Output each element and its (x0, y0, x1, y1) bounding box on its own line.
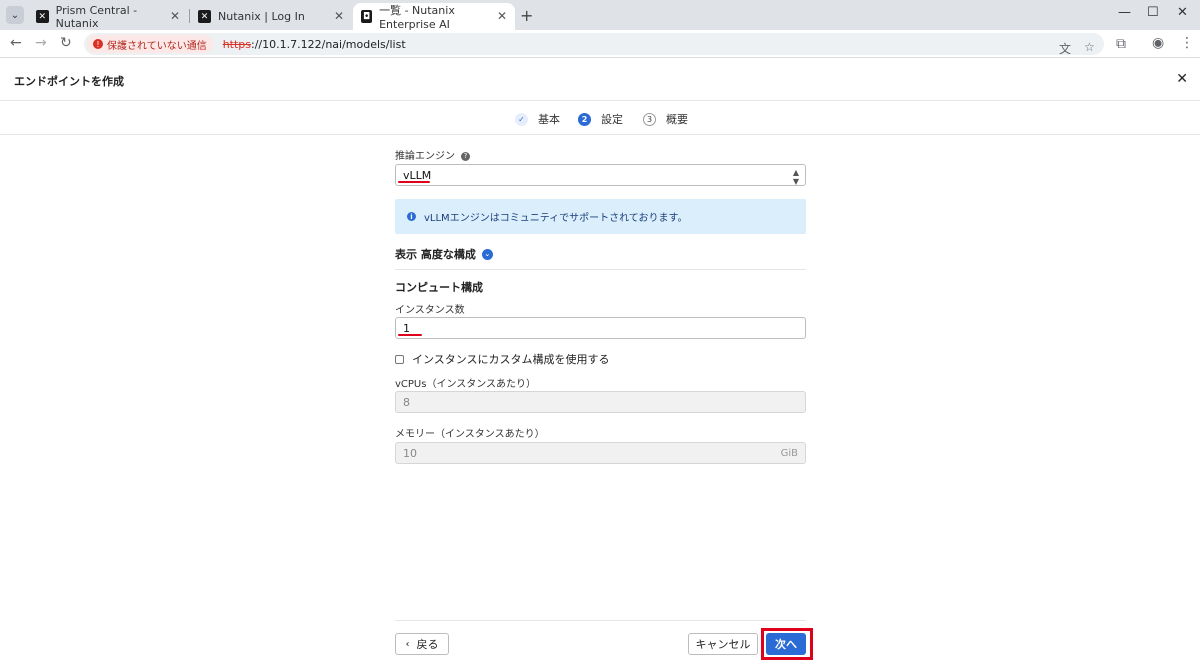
vcpus-input: 8 (395, 391, 806, 413)
back-button[interactable]: ‹ 戻る (395, 633, 449, 655)
minimize-icon[interactable]: — (1118, 5, 1131, 20)
close-icon[interactable]: ✕ (1176, 71, 1188, 87)
close-window-icon[interactable]: ✕ (1177, 5, 1188, 20)
wizard-stepper: ✓ 基本 2 設定 3 概要 (0, 101, 1200, 135)
forward-arrow-icon[interactable]: → (35, 35, 47, 51)
nutanix-x-icon: ✕ (198, 10, 211, 23)
footer-divider (395, 620, 806, 621)
bookmark-star-icon[interactable]: ☆ (1084, 40, 1095, 54)
custom-config-checkbox[interactable]: インスタンスにカスタム構成を使用する (395, 351, 610, 367)
engine-select[interactable]: vLLM ▲ ▼ (395, 164, 806, 186)
address-toolbar: ← → ↻ ! 保護されていない通信 https://10.1.7.122/na… (0, 30, 1200, 58)
instances-label: インスタンス数 (395, 305, 465, 316)
browser-tab-nai-list[interactable]: ◘ 一覧 - Nutanix Enterprise AI ✕ (353, 3, 515, 31)
vcpus-label: vCPUs（インスタンスあたり） (395, 379, 537, 390)
nai-icon: ◘ (361, 10, 373, 23)
check-icon: ✓ (515, 112, 528, 126)
nutanix-x-icon: ✕ (36, 10, 49, 23)
omnibox[interactable]: ! 保護されていない通信 https://10.1.7.122/nai/mode… (84, 33, 1104, 57)
close-tab-icon[interactable]: ✕ (497, 9, 507, 23)
profile-icon[interactable]: ◉ (1152, 35, 1164, 51)
annotation-underline (398, 334, 422, 336)
step-summary[interactable]: 3 概要 (643, 111, 688, 127)
tab-search-button[interactable]: ⌄ (6, 6, 24, 24)
extensions-icon[interactable]: ⧉ (1116, 36, 1126, 52)
step-settings[interactable]: 2 設定 (578, 111, 623, 127)
reload-icon[interactable]: ↻ (60, 35, 72, 51)
url-text[interactable]: https://10.1.7.122/nai/models/list (223, 38, 406, 51)
info-banner: i vLLMエンジンはコミュニティでサポートされております。 (395, 199, 806, 234)
step-number: 2 (578, 112, 591, 126)
back-arrow-icon[interactable]: ← (10, 35, 22, 51)
step-number: 3 (643, 112, 656, 126)
annotation-underline (398, 181, 430, 183)
divider (395, 269, 806, 270)
modal-header: エンドポイントを作成 ✕ (0, 59, 1200, 101)
cancel-button[interactable]: キャンセル (688, 633, 758, 655)
more-menu-icon[interactable]: ⋮ (1180, 35, 1194, 51)
chevron-down-icon: ⌄ (10, 9, 20, 21)
memory-label: メモリー（インスタンスあたり） (395, 429, 545, 440)
memory-input: 10 GiB (395, 442, 806, 464)
engine-label: 推論エンジン? (395, 147, 470, 162)
help-icon[interactable]: ? (461, 151, 470, 161)
warning-icon: ! (93, 39, 103, 49)
translate-icon[interactable]: 文 (1059, 40, 1071, 57)
not-secure-chip[interactable]: ! 保護されていない通信 (87, 35, 213, 53)
advanced-config-toggle[interactable]: 表示 高度な構成 ⌄ (395, 246, 493, 262)
step-basic[interactable]: ✓ 基本 (515, 111, 560, 127)
maximize-icon[interactable]: ☐ (1147, 5, 1159, 20)
next-button[interactable]: 次へ (766, 633, 806, 655)
browser-tab-login[interactable]: ✕ Nutanix | Log In ✕ (190, 3, 352, 30)
close-tab-icon[interactable]: ✕ (170, 9, 180, 23)
close-tab-icon[interactable]: ✕ (334, 9, 344, 23)
chevron-left-icon: ‹ (405, 638, 410, 650)
modal-title: エンドポイントを作成 (14, 75, 124, 88)
memory-unit: GiB (780, 448, 798, 459)
info-icon: i (407, 212, 416, 221)
chevron-down-icon: ⌄ (481, 248, 493, 260)
instances-input[interactable]: 1 (395, 317, 806, 339)
browser-tab-prism-central[interactable]: ✕ Prism Central - Nutanix ✕ (28, 3, 188, 30)
checkbox-box[interactable] (395, 354, 404, 364)
new-tab-icon[interactable]: + (520, 6, 533, 25)
browser-tab-bar: ⌄ ✕ Prism Central - Nutanix ✕ ✕ Nutanix … (0, 0, 1200, 31)
compute-section-title: コンピュート構成 (395, 281, 483, 294)
select-caret-icon: ▲ ▼ (792, 168, 799, 186)
